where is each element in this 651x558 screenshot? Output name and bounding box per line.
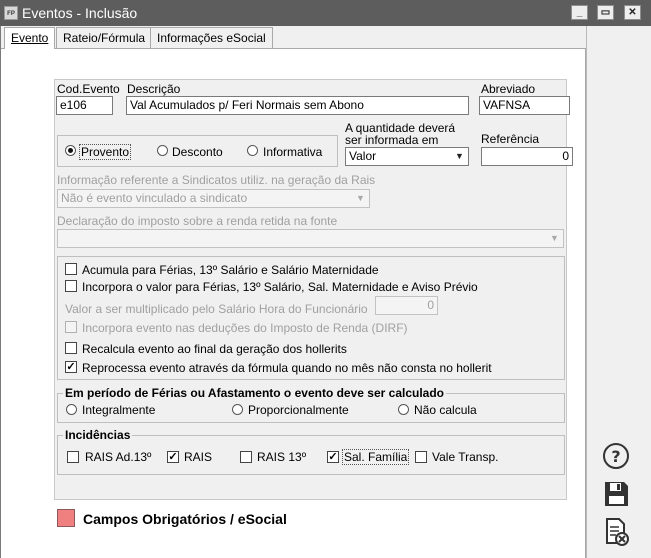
acumula-label[interactable]: Acumula para Férias, 13º Salário e Salár… — [82, 263, 379, 277]
multiplicar-label: Valor a ser multiplicado pelo Salário Ho… — [65, 302, 368, 316]
required-fields-legend: Campos Obrigatórios / eSocial — [83, 511, 287, 527]
cod-evento-label: Cod.Evento — [57, 82, 120, 96]
radio-desconto-label[interactable]: Desconto — [172, 145, 223, 159]
periodo-title: Em período de Férias ou Afastamento o ev… — [63, 386, 446, 400]
radio-desconto[interactable] — [157, 145, 168, 156]
descricao-input[interactable]: Val Acumulados p/ Feri Normais sem Abono — [126, 96, 469, 115]
referencia-label: Referência — [481, 132, 540, 146]
svg-text:?: ? — [611, 447, 620, 466]
chevron-down-icon[interactable]: ▼ — [452, 149, 467, 164]
help-button[interactable]: ? — [600, 440, 632, 472]
radio-proporcionalmente-label[interactable]: Proporcionalmente — [248, 403, 349, 417]
sindicato-label: Informação referente a Sindicatos utiliz… — [57, 173, 376, 187]
descricao-label: Descrição — [127, 82, 181, 96]
multiplicar-input[interactable]: 0 — [375, 296, 438, 315]
sal-familia-label[interactable]: Sal. Família — [342, 449, 410, 465]
maximize-button[interactable]: ▭ — [597, 5, 614, 20]
tab-informacoes-esocial[interactable]: Informações eSocial — [150, 27, 273, 48]
radio-nao-calcula[interactable] — [398, 404, 409, 415]
declaracao-select[interactable]: ▼ — [57, 229, 564, 248]
rais-checkbox[interactable]: ✓ — [167, 451, 179, 463]
radio-informativa-label[interactable]: Informativa — [263, 145, 322, 159]
rais13-checkbox[interactable] — [240, 451, 252, 463]
acumula-checkbox[interactable] — [65, 263, 77, 275]
radio-provento[interactable] — [65, 145, 76, 156]
abreviado-input[interactable]: VAFNSA — [479, 96, 570, 115]
cancel-document-icon — [606, 518, 629, 546]
help-icon: ? — [603, 443, 629, 469]
recalcula-label[interactable]: Recalcula evento ao final da geração dos… — [82, 342, 347, 356]
dirf-label[interactable]: Incorpora evento nas deduções do Imposto… — [82, 321, 408, 335]
sindicato-select[interactable]: Não é evento vinculado a sindicato ▼ — [57, 189, 370, 208]
save-button[interactable] — [600, 478, 632, 510]
recalcula-checkbox[interactable] — [65, 342, 77, 354]
rais-label[interactable]: RAIS — [184, 450, 212, 464]
incorpora-label[interactable]: Incorpora o valor para Férias, 13º Salár… — [82, 280, 478, 294]
required-fields-swatch — [57, 509, 75, 527]
vale-transp-checkbox[interactable] — [415, 451, 427, 463]
radio-provento-label[interactable]: Provento — [79, 144, 132, 160]
radio-proporcionalmente[interactable] — [232, 404, 243, 415]
tab-rateio-formula[interactable]: Rateio/Fórmula — [56, 27, 153, 48]
incorpora-checkbox[interactable] — [65, 280, 77, 292]
close-button[interactable]: ✕ — [624, 5, 641, 20]
quantidade-select[interactable]: Valor ▼ — [345, 147, 469, 166]
quantidade-label-2: ser informada em — [345, 133, 439, 147]
vale-transp-label[interactable]: Vale Transp. — [432, 450, 498, 464]
reprocessa-checkbox[interactable]: ✓ — [65, 361, 77, 373]
referencia-input[interactable]: 0 — [481, 147, 573, 166]
rais13-label[interactable]: RAIS 13º — [257, 450, 306, 464]
rais-ad13-label[interactable]: RAIS Ad.13º — [85, 450, 151, 464]
dirf-checkbox[interactable] — [65, 321, 77, 333]
reprocessa-label[interactable]: Reprocessa evento através da fórmula qua… — [82, 361, 492, 375]
chevron-down-icon[interactable]: ▼ — [547, 231, 562, 246]
incidencias-title: Incidências — [63, 428, 133, 442]
abreviado-label: Abreviado — [481, 82, 536, 96]
minimize-button[interactable]: _ — [571, 5, 588, 20]
save-icon — [605, 482, 628, 506]
app-icon: FP — [4, 6, 18, 20]
cod-evento-input[interactable]: e106 — [56, 96, 113, 115]
chevron-down-icon[interactable]: ▼ — [353, 191, 368, 206]
declaracao-label: Declaração do imposto sobre a renda reti… — [57, 214, 338, 228]
tab-evento[interactable]: Evento — [4, 27, 56, 49]
radio-informativa[interactable] — [247, 145, 258, 156]
cancel-button[interactable] — [600, 516, 632, 548]
rais-ad13-checkbox[interactable] — [67, 451, 79, 463]
window-title: Eventos - Inclusão — [22, 5, 138, 21]
radio-integralmente[interactable] — [66, 404, 77, 415]
sal-familia-checkbox[interactable]: ✓ — [327, 451, 339, 463]
radio-integralmente-label[interactable]: Integralmente — [82, 403, 155, 417]
radio-nao-calcula-label[interactable]: Não calcula — [414, 403, 477, 417]
